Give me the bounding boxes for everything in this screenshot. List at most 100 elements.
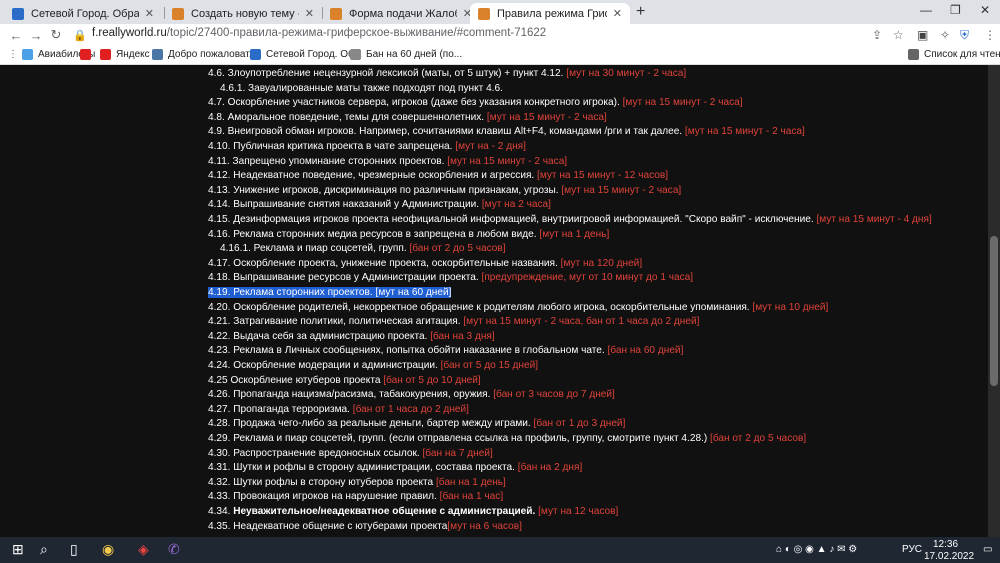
rule-line: 4.12. Неадекватное поведение, чрезмерные…: [208, 169, 668, 182]
penalty-text: [мут на 60 дней]: [375, 287, 452, 298]
bookmark-vk[interactable]: Добро пожаловат...: [152, 49, 257, 60]
reload-icon[interactable]: ↻: [46, 27, 66, 43]
reading-list[interactable]: Список для чтения: [908, 49, 1000, 60]
rule-line: 4.34. Неуважительное/неадекватное общени…: [208, 505, 618, 518]
rule-line: 4.16.1. Реклама и пиар соцсетей, групп. …: [220, 242, 506, 255]
penalty-text: [мут на 15 минут - 2 часа]: [447, 155, 568, 167]
penalty-text: [бан на 3 дня]: [430, 330, 495, 342]
tab-title: Правила режима Гриферское в: [497, 7, 607, 20]
star-icon[interactable]: ☆: [893, 28, 904, 42]
penalty-text: [мут на 12 часов]: [538, 506, 619, 517]
rule-line: 4.30. Распространение вредоносных ссылок…: [208, 447, 493, 460]
forward-icon[interactable]: →: [26, 28, 46, 43]
app-icon[interactable]: ◈: [138, 541, 149, 558]
bookmark-yandex[interactable]: Яндекс: [100, 49, 150, 60]
penalty-text: [бан от 5 до 10 дней]: [383, 374, 481, 386]
rule-text: 4.24. Оскорбление модерации и администра…: [208, 360, 441, 371]
rule-text: 4.32. Шутки рофлы в сторону ютуберов про…: [208, 476, 436, 488]
chrome-icon[interactable]: ◉: [102, 541, 114, 558]
rule-line: 4.10. Публичная критика проекта в чате з…: [208, 140, 526, 153]
rule-line-selected: 4.19. Реклама сторонних проектов. [мут н…: [208, 286, 452, 299]
language-indicator[interactable]: РУС: [902, 544, 922, 555]
penalty-text: [мут на 10 дней]: [752, 301, 829, 313]
notification-icon[interactable]: ▭: [983, 544, 992, 555]
penalty-text: [бан от 5 до 15 дней]: [440, 360, 539, 371]
rule-text: 4.33. Провокация игроков на нарушение пр…: [208, 491, 440, 503]
task-view-icon[interactable]: ▯: [70, 541, 78, 558]
rule-text: 4.22. Выдача себя за администрацию проек…: [208, 330, 431, 342]
rule-line: 4.28. Продажа чего-либо за реальные день…: [208, 417, 625, 430]
rule-line: 4.27. Пропаганда терроризма. [бан от 1 ч…: [208, 403, 469, 416]
rule-text: 4.13. Унижение игроков, дискриминация по…: [208, 184, 562, 196]
rule-text: 4.14. Выпрашивание снятия наказаний у Ад…: [208, 199, 482, 211]
penalty-text: [бан на 1 час]: [439, 491, 504, 503]
penalty-text: [мут на 15 минут - 2 часа, бан от 1 часа…: [463, 316, 700, 328]
scrollbar-thumb[interactable]: [990, 236, 998, 386]
close-tab-icon[interactable]: ✕: [305, 7, 314, 20]
tab-2[interactable]: Создать новую тему - ReallyWo ✕: [164, 3, 322, 24]
viber-icon[interactable]: ✆: [168, 541, 180, 558]
penalty-text: [бан от 1 часа до 2 дней]: [352, 403, 469, 415]
reading-list-icon: [908, 49, 919, 60]
tray-icons[interactable]: ⌂ ◐ ◎ ◉ ▲ ♪ ✉ ⚙: [776, 544, 857, 555]
search-icon[interactable]: ⌕: [40, 541, 48, 558]
close-tab-icon[interactable]: ✕: [613, 7, 622, 20]
new-tab-button[interactable]: +: [636, 3, 645, 21]
rule-text: 4.9. Внеигровой обман игроков. Например,…: [208, 126, 685, 138]
rule-text: 4.6. Злоупотребление нецензурной лексико…: [208, 68, 567, 79]
rule-line: 4.21. Затрагивание политики, политическа…: [208, 315, 699, 328]
rule-text: 4.18. Выпрашивание ресурсов у Администра…: [208, 272, 482, 284]
back-icon[interactable]: ←: [6, 28, 26, 43]
extension-icon[interactable]: ▣: [917, 28, 928, 42]
rule-text: 4.25 Оскорбление ютуберов проекта: [208, 374, 384, 386]
puzzle-icon[interactable]: ✧: [940, 28, 950, 42]
rule-line: 4.26. Пропаганда нацизма/расизма, табако…: [208, 388, 615, 401]
tab-3[interactable]: Форма подачи Жалобы на Адм ✕: [322, 3, 480, 24]
rule-line: 4.29. Реклама и пиар соцсетей, групп. (е…: [208, 432, 806, 445]
rule-text: 4.20. Оскорбление родителей, некорректно…: [208, 301, 753, 313]
rule-line: 4.6.1. Завуалированные маты также подход…: [220, 82, 503, 95]
rule-line: 4.33. Провокация игроков на нарушение пр…: [208, 490, 503, 503]
url-field[interactable]: f.reallyworld.ru/topic/27400-правила-реж…: [92, 27, 546, 39]
close-tab-icon[interactable]: ✕: [145, 7, 154, 20]
favicon-icon: [172, 7, 184, 20]
penalty-text: [мут на - 2 дня]: [455, 141, 526, 152]
penalty-text: [бан на 7 дней]: [422, 447, 493, 459]
penalty-text: [бан на 2 дня]: [517, 462, 583, 474]
rule-text: 4.29. Реклама и пиар соцсетей, групп. (е…: [208, 433, 711, 444]
rule-line: 4.24. Оскорбление модерации и администра…: [208, 359, 538, 372]
penalty-text: [мут на 15 минут - 12 часов]: [537, 170, 669, 182]
penalty-text: [мут на 30 минут - 2 часа]: [566, 68, 687, 79]
setevoy-gorod-icon: [250, 49, 261, 60]
rule-text: 4.26. Пропаганда нацизма/расизма, табако…: [208, 389, 494, 401]
close-window-button[interactable]: ✕: [980, 3, 990, 17]
minimize-button[interactable]: —: [920, 3, 932, 17]
rule-line: 4.22. Выдача себя за администрацию проек…: [208, 330, 495, 343]
penalty-text: [мут на 15 минут - 2 часа]: [486, 111, 607, 123]
rule-text: 4.23. Реклама в Личных сообщениях, попыт…: [208, 345, 608, 357]
clock-date[interactable]: 17.02.2022: [924, 551, 974, 562]
rule-line: 4.14. Выпрашивание снятия наказаний у Ад…: [208, 198, 551, 211]
bookmark-youtube[interactable]: [80, 49, 96, 60]
document-icon: [350, 49, 361, 60]
clock-time[interactable]: 12:36: [933, 539, 958, 550]
bookmark-ban[interactable]: Бан на 60 дней (по...: [350, 49, 462, 60]
lock-icon[interactable]: 🔒: [70, 29, 90, 42]
rule-line: 4.35. Неадекватное общение с ютуберами п…: [208, 520, 522, 533]
rule-text: 4.21. Затрагивание политики, политическа…: [208, 316, 464, 328]
rule-line: 4.13. Унижение игроков, дискриминация по…: [208, 184, 681, 197]
share-icon[interactable]: ⇪: [872, 28, 882, 42]
rule-text: 4.17. Оскорбление проекта, унижение прое…: [208, 257, 561, 269]
tab-title: Создать новую тему - ReallyWo: [191, 7, 299, 20]
bookmark-setevoy-gorod[interactable]: Сетевой Город. Об...: [250, 49, 362, 60]
rule-text: 4.16. Реклама сторонних медиа ресурсов в…: [208, 228, 540, 240]
rule-line: 4.23. Реклама в Личных сообщениях, попыт…: [208, 344, 683, 357]
menu-icon[interactable]: ⋮: [984, 28, 996, 42]
shield-icon[interactable]: ⛨: [960, 28, 969, 43]
windows-start-icon[interactable]: ⊞: [12, 541, 24, 558]
tab-4-active[interactable]: Правила режима Гриферское в ✕: [470, 3, 630, 24]
tab-1[interactable]: Сетевой Город. Образование. Д ✕: [4, 3, 162, 24]
restore-button[interactable]: ❐: [950, 3, 961, 17]
rule-line: 4.20. Оскорбление родителей, некорректно…: [208, 301, 828, 314]
rule-line: 4.25 Оскорбление ютуберов проекта [бан о…: [208, 374, 481, 387]
